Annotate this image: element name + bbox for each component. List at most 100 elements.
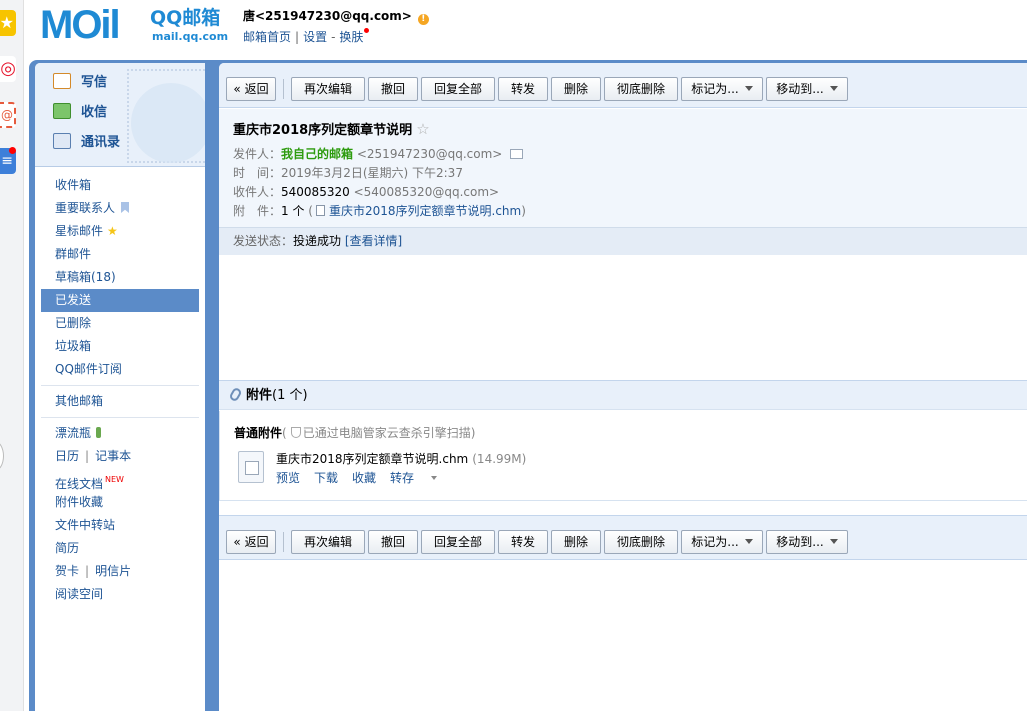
- compose-button[interactable]: 写信: [53, 73, 107, 93]
- recall-button[interactable]: 撤回: [368, 530, 418, 554]
- app-label: 附件收藏: [55, 495, 104, 509]
- download-link[interactable]: 下载: [314, 471, 338, 485]
- link-settings[interactable]: 设置: [303, 30, 327, 44]
- divider: [41, 385, 199, 386]
- reply-all-button[interactable]: 回复全部: [421, 77, 495, 101]
- contact-card-icon[interactable]: [510, 149, 524, 159]
- mail-at-icon[interactable]: @: [0, 102, 16, 128]
- chm-file-icon[interactable]: [238, 451, 264, 483]
- delete-button[interactable]: 删除: [551, 530, 601, 554]
- receive-button[interactable]: 收信: [53, 103, 107, 123]
- app-label: 文件中转站: [55, 518, 116, 532]
- mark-as-label: 标记为...: [691, 82, 739, 96]
- folder-other-mailboxes[interactable]: 其他邮箱: [35, 390, 205, 413]
- paren-open: (: [282, 426, 287, 440]
- shield-icon: [290, 427, 301, 438]
- forward-button[interactable]: 转发: [498, 77, 548, 101]
- preview-link[interactable]: 预览: [276, 471, 300, 485]
- folder-label: 已发送: [55, 293, 92, 307]
- attachment-file-name[interactable]: 重庆市2018序列定额章节说明.chm: [276, 452, 468, 466]
- app-resume[interactable]: 简历: [35, 537, 205, 560]
- reedit-button[interactable]: 再次编辑: [291, 530, 365, 554]
- reedit-button[interactable]: 再次编辑: [291, 77, 365, 101]
- forward-button[interactable]: 转发: [498, 530, 548, 554]
- folder-label: 草稿箱(18): [55, 270, 116, 284]
- link-skin[interactable]: 换肤: [339, 30, 363, 44]
- folder-group-mail[interactable]: 群邮件: [35, 243, 205, 266]
- delivery-status: 发送状态：投递成功 [查看详情]: [219, 227, 1027, 255]
- attachments-panel: 普通附件(已通过电脑管家云查杀引擎扫描) 重庆市2018序列定额章节说明.chm…: [219, 411, 1027, 501]
- sender-name[interactable]: 我自己的邮箱: [281, 147, 353, 161]
- folder-subscriptions[interactable]: QQ邮件订阅: [35, 358, 205, 381]
- attachment-kind-label: 普通附件: [234, 426, 283, 440]
- attachment-link[interactable]: 重庆市2018序列定额章节说明.chm: [329, 204, 521, 218]
- app-drift-bottle[interactable]: 漂流瓶: [35, 422, 205, 445]
- recall-button[interactable]: 撤回: [368, 77, 418, 101]
- folder-inbox[interactable]: 收件箱: [35, 174, 205, 197]
- paren-open: (: [308, 204, 313, 218]
- recipient-name[interactable]: 540085320: [281, 185, 350, 199]
- folder-deleted[interactable]: 已删除: [35, 312, 205, 335]
- folder-sent[interactable]: 已发送: [41, 289, 199, 312]
- folder-label: QQ邮件订阅: [55, 362, 122, 376]
- app-postcard[interactable]: 明信片: [95, 564, 131, 578]
- time-row: 时 间：2019年3月2日(星期六) 下午2:37: [233, 164, 463, 182]
- move-to-dropdown[interactable]: 移动到...: [766, 77, 848, 101]
- qq-mail-logo[interactable]: MOil QQ邮箱 mail.qq.com: [40, 4, 230, 46]
- view-details-link[interactable]: [查看详情]: [345, 234, 402, 248]
- delete-button[interactable]: 删除: [551, 77, 601, 101]
- app-greeting-card[interactable]: 贺卡: [55, 564, 79, 578]
- sender-address: <251947230@qq.com>: [356, 147, 503, 161]
- skin-new-dot: [364, 28, 370, 33]
- toolbar-separator: [283, 532, 284, 552]
- attachment-file: 重庆市2018序列定额章节说明.chm (14.99M): [276, 451, 526, 468]
- chevron-down-icon: [431, 476, 438, 480]
- recipient-row: 收件人：540085320 <540085320@qq.com>: [233, 183, 499, 201]
- mark-as-dropdown[interactable]: 标记为...: [681, 530, 763, 554]
- favorite-link[interactable]: 收藏: [352, 471, 376, 485]
- weibo-icon[interactable]: ◎: [0, 56, 16, 82]
- delete-forever-button[interactable]: 彻底删除: [604, 77, 678, 101]
- reply-all-button[interactable]: 回复全部: [421, 530, 495, 554]
- move-to-dropdown[interactable]: 移动到...: [766, 530, 848, 554]
- folder-drafts[interactable]: 草稿箱(18): [35, 266, 205, 289]
- app-label: 阅读空间: [55, 587, 104, 601]
- app-calendar[interactable]: 日历: [55, 449, 79, 463]
- app-label: 简历: [55, 541, 80, 555]
- new-badge: NEW: [105, 475, 124, 484]
- save-to-label: 转存: [390, 471, 415, 485]
- folder-label: 垃圾箱: [55, 339, 92, 353]
- delete-forever-button[interactable]: 彻底删除: [604, 530, 678, 554]
- time-label: 时 间：: [233, 166, 282, 180]
- app-online-docs[interactable]: 在线文档 NEW: [35, 468, 205, 491]
- app-reading-space[interactable]: 阅读空间: [35, 583, 205, 606]
- back-button[interactable]: « 返回: [226, 530, 276, 554]
- warning-icon[interactable]: !: [417, 14, 429, 25]
- back-button[interactable]: « 返回: [226, 77, 276, 101]
- mark-as-dropdown[interactable]: 标记为...: [681, 77, 763, 101]
- contacts-icon: [53, 133, 71, 149]
- attachment-row: 附 件：1 个 (重庆市2018序列定额章节说明.chm): [233, 202, 526, 220]
- app-file-transfer[interactable]: 文件中转站: [35, 514, 205, 537]
- chevron-down-icon: [744, 539, 753, 544]
- compose-label: 写信: [81, 75, 108, 90]
- favorites-star-icon[interactable]: ★: [0, 10, 16, 36]
- contacts-button[interactable]: 通讯录: [53, 133, 120, 153]
- folder-starred[interactable]: 星标邮件 ★: [35, 220, 205, 243]
- bottle-icon: [96, 427, 102, 438]
- folder-label: 重要联系人: [55, 201, 116, 215]
- time-value: 2019年3月2日(星期六) 下午2:37: [281, 166, 463, 180]
- app-attachment-favorites[interactable]: 附件收藏: [35, 491, 205, 514]
- save-to-dropdown[interactable]: 转存: [390, 471, 451, 485]
- star-outline-icon[interactable]: ☆: [416, 120, 429, 138]
- link-mail-home[interactable]: 邮箱首页: [243, 30, 291, 44]
- collapse-handle[interactable]: [0, 441, 4, 471]
- star-icon: ★: [107, 224, 118, 238]
- app-notes[interactable]: 记事本: [95, 449, 131, 463]
- paperclip-icon: [228, 386, 243, 403]
- recipient-label: 收件人：: [233, 185, 282, 199]
- folder-important-contacts[interactable]: 重要联系人: [35, 197, 205, 220]
- folder-spam[interactable]: 垃圾箱: [35, 335, 205, 358]
- logo-mark: MOil: [40, 3, 121, 47]
- mark-as-label: 标记为...: [691, 535, 739, 549]
